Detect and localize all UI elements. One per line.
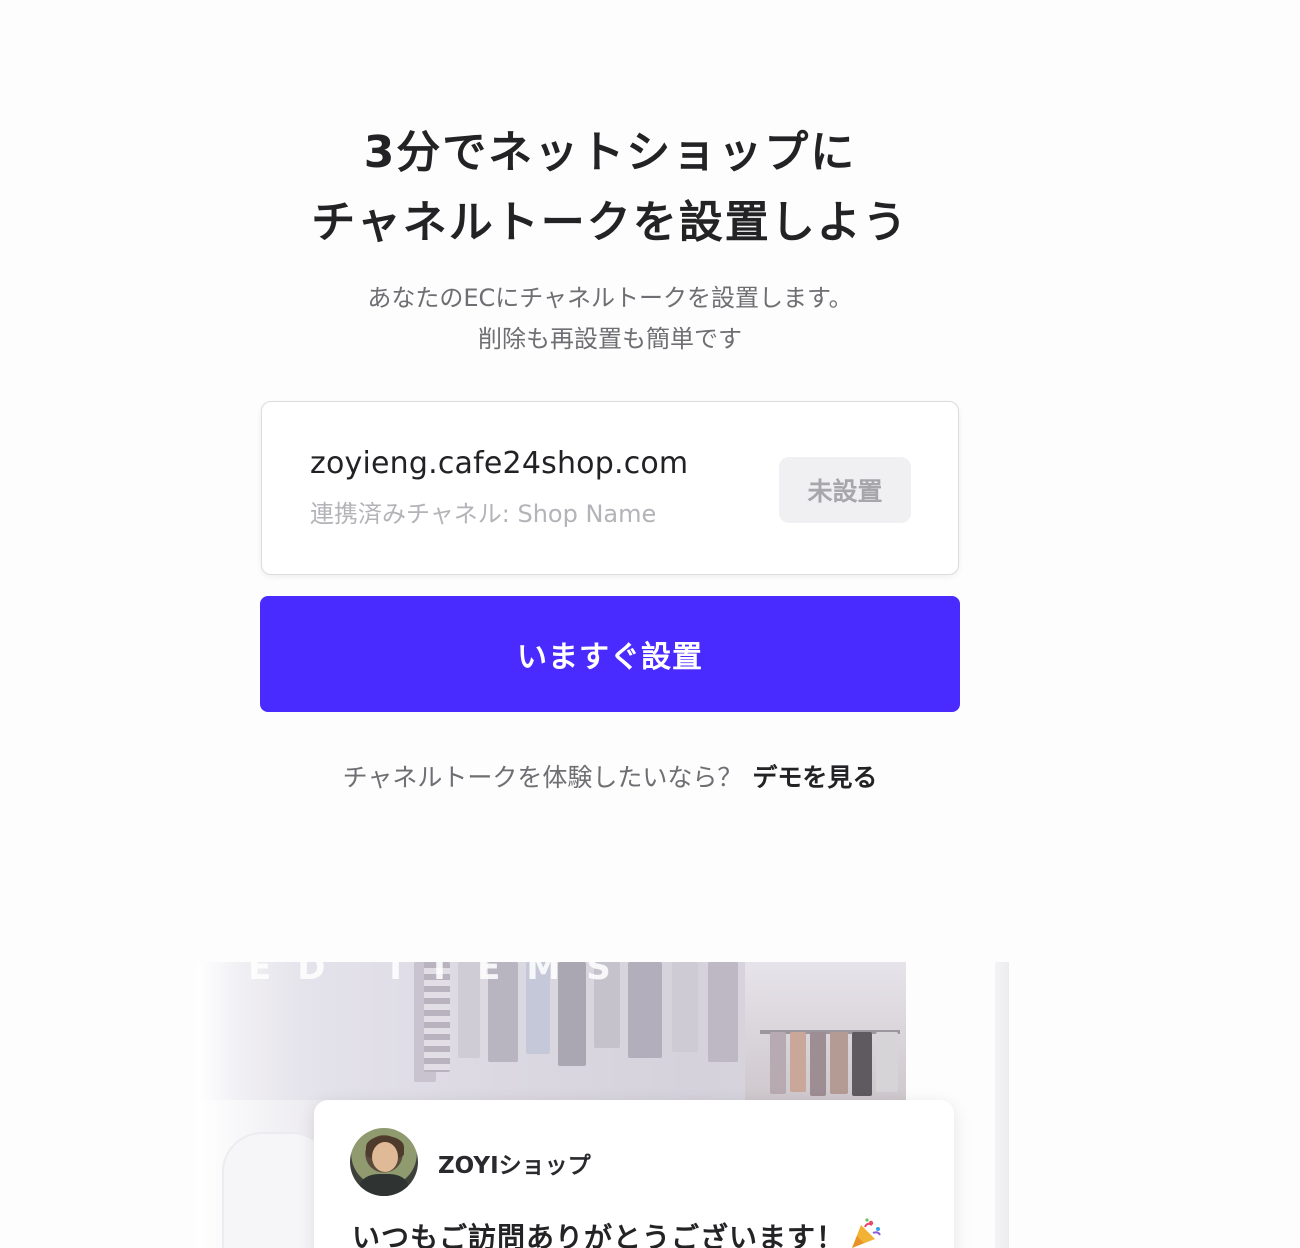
avatar-face: [372, 1142, 398, 1172]
chat-sender-name: ZOYIショップ: [438, 1153, 591, 1179]
garment: [672, 962, 698, 1052]
title-line-2: チャネルトークを設置しよう: [311, 197, 909, 248]
banner-text: ED ITEMS: [248, 962, 637, 988]
shop-domain: zoyieng.cafe24shop.com: [310, 446, 689, 481]
avatar-body: [360, 1174, 408, 1196]
install-now-button[interactable]: いますぐ設置: [260, 596, 960, 712]
view-demo-link[interactable]: デモを見る: [752, 763, 877, 792]
chat-message-body: いつもご訪問ありがとうございます！: [352, 1221, 846, 1248]
status-badge: 未設置: [779, 457, 911, 523]
subtitle-line-2: 削除も再設置も簡単です: [478, 325, 742, 353]
garment: [852, 1032, 872, 1096]
garment: [810, 1032, 826, 1096]
demo-prompt-text: チャネルトークを体験したいなら？: [342, 763, 743, 792]
shop-card: zoyieng.cafe24shop.com 連携済みチャネル: Shop Na…: [261, 401, 959, 575]
avatar: [350, 1128, 418, 1196]
garment: [770, 1032, 786, 1094]
garment: [708, 962, 738, 1062]
chat-message-card: ZOYIショップ いつもご訪問ありがとうございます！: [314, 1100, 954, 1248]
title-line-1: 3分でネットショップに: [363, 127, 857, 178]
garment: [876, 1032, 898, 1092]
page-subtitle: あなたのECにチャネルトークを設置します。 削除も再設置も簡単です: [0, 278, 1220, 360]
page-title: 3分でネットショップに チャネルトークを設置しよう: [0, 118, 1220, 258]
garment: [790, 1032, 806, 1092]
chat-message-text: いつもご訪問ありがとうございます！: [352, 1216, 883, 1248]
garment: [830, 1032, 848, 1094]
subtitle-line-1: あなたのECにチャネルトークを設置します。: [367, 284, 853, 312]
store-pillar: [995, 962, 1009, 1248]
linked-channel: 連携済みチャネル: Shop Name: [310, 500, 657, 528]
demo-prompt: チャネルトークを体験したいなら？ デモを見る: [0, 758, 1220, 794]
party-popper-icon: [849, 1217, 883, 1248]
install-page: 3分でネットショップに チャネルトークを設置しよう あなたのECにチャネルトーク…: [0, 0, 1300, 1248]
